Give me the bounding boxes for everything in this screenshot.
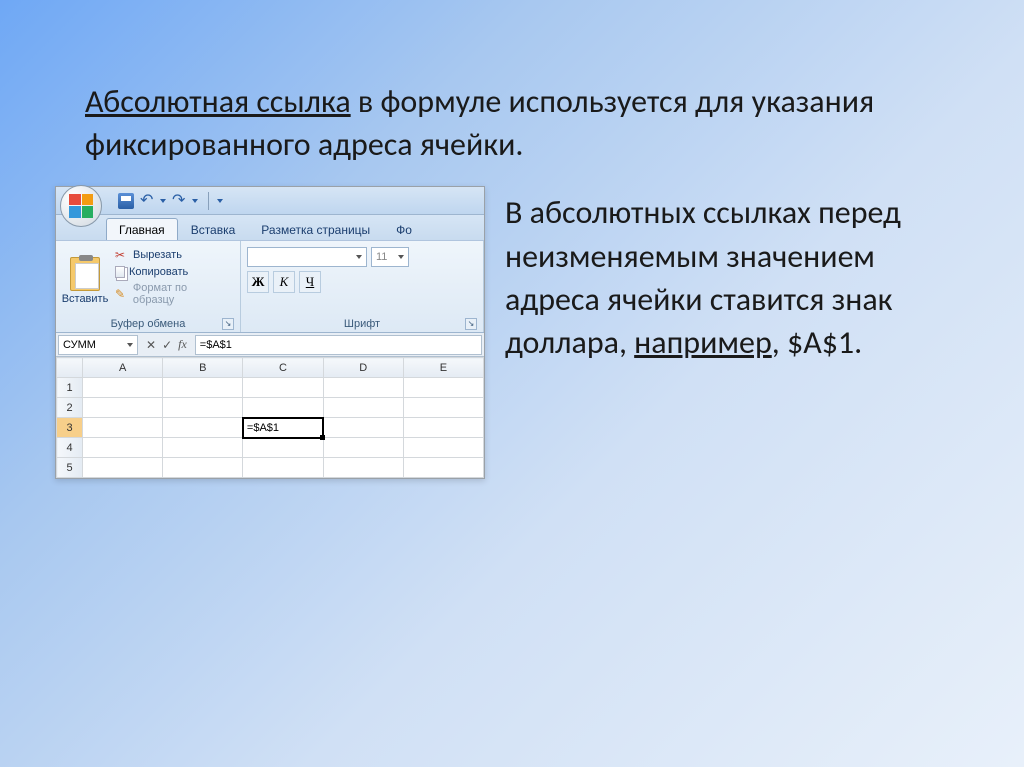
cell[interactable] xyxy=(403,418,483,438)
clipboard-group: Вставить Вырезать Копировать xyxy=(56,241,241,332)
clipboard-dialog-launcher-icon[interactable]: ↘ xyxy=(222,318,234,330)
heading-underlined: Абсолютная ссылка xyxy=(85,82,351,121)
save-icon[interactable] xyxy=(118,193,134,209)
cell[interactable] xyxy=(323,458,403,478)
cell[interactable] xyxy=(323,418,403,438)
cell[interactable] xyxy=(323,438,403,458)
clipboard-group-title: Буфер обмена ↘ xyxy=(62,316,234,330)
cell[interactable] xyxy=(243,398,323,418)
cell[interactable] xyxy=(83,438,163,458)
paste-button[interactable]: Вставить xyxy=(62,245,108,316)
cell[interactable] xyxy=(83,378,163,398)
col-header-c[interactable]: C xyxy=(243,358,323,378)
cut-button[interactable]: Вырезать xyxy=(112,247,234,263)
cell[interactable] xyxy=(243,378,323,398)
font-group-title: Шрифт ↘ xyxy=(247,316,477,330)
formula-bar: СУММ ✕ ✓ fx =$A$1 xyxy=(56,333,484,357)
paste-icon xyxy=(70,257,100,291)
format-painter-button[interactable]: Формат по образцу xyxy=(112,281,234,307)
paste-label: Вставить xyxy=(62,293,109,305)
quick-access-toolbar xyxy=(56,187,484,215)
col-header-d[interactable]: D xyxy=(323,358,403,378)
cell[interactable] xyxy=(163,378,243,398)
col-header-e[interactable]: E xyxy=(403,358,483,378)
bold-button[interactable]: Ж xyxy=(247,271,269,293)
spreadsheet-grid[interactable]: A B C D E 1 2 3 =$A$1 4 5 xyxy=(56,357,484,478)
cell[interactable] xyxy=(243,438,323,458)
qat-separator xyxy=(208,192,209,210)
cell[interactable] xyxy=(243,458,323,478)
name-box[interactable]: СУММ xyxy=(58,335,138,355)
cell[interactable] xyxy=(403,398,483,418)
cell[interactable] xyxy=(83,398,163,418)
cut-label: Вырезать xyxy=(133,249,182,261)
cell[interactable] xyxy=(323,378,403,398)
undo-dropdown-icon[interactable] xyxy=(160,199,166,203)
side-part2: , $A$1. xyxy=(772,323,862,362)
row-header-3[interactable]: 3 xyxy=(57,418,83,438)
redo-dropdown-icon[interactable] xyxy=(192,199,198,203)
font-dialog-launcher-icon[interactable]: ↘ xyxy=(465,318,477,330)
underline-button[interactable]: Ч xyxy=(299,271,321,293)
font-size-combo[interactable]: 11 xyxy=(371,247,409,267)
row-header-2[interactable]: 2 xyxy=(57,398,83,418)
cell[interactable] xyxy=(163,438,243,458)
cancel-icon[interactable]: ✕ xyxy=(146,338,156,352)
copy-icon xyxy=(115,266,125,278)
side-underlined: например xyxy=(634,323,772,362)
font-name-combo[interactable] xyxy=(247,247,367,267)
cell[interactable] xyxy=(163,418,243,438)
copy-button[interactable]: Копировать xyxy=(112,265,234,279)
select-all-corner[interactable] xyxy=(57,358,83,378)
cell[interactable] xyxy=(83,418,163,438)
scissors-icon xyxy=(115,248,129,262)
cell[interactable] xyxy=(403,458,483,478)
brush-icon xyxy=(115,287,129,301)
office-button[interactable] xyxy=(60,185,102,227)
cell[interactable] xyxy=(403,378,483,398)
row-header-4[interactable]: 4 xyxy=(57,438,83,458)
col-header-a[interactable]: A xyxy=(83,358,163,378)
cell[interactable] xyxy=(403,438,483,458)
ribbon: Вставить Вырезать Копировать xyxy=(56,241,484,333)
active-cell[interactable]: =$A$1 xyxy=(243,418,323,438)
enter-icon[interactable]: ✓ xyxy=(162,338,172,352)
chevron-down-icon xyxy=(356,255,362,259)
tab-insert[interactable]: Вставка xyxy=(178,218,249,240)
chevron-down-icon xyxy=(127,343,133,347)
font-group: 11 Ж К Ч Шрифт ↘ xyxy=(241,241,484,332)
fx-icon[interactable]: fx xyxy=(178,337,187,352)
cell[interactable] xyxy=(83,458,163,478)
cell[interactable] xyxy=(163,458,243,478)
office-logo-icon xyxy=(69,194,93,218)
row-header-1[interactable]: 1 xyxy=(57,378,83,398)
redo-icon[interactable] xyxy=(172,193,188,209)
tab-home[interactable]: Главная xyxy=(106,218,178,240)
excel-screenshot: Главная Вставка Разметка страницы Фо Вст… xyxy=(55,186,485,479)
side-paragraph: В абсолютных ссылках перед неизменяемым … xyxy=(505,186,969,364)
qat-customize-icon[interactable] xyxy=(217,199,223,203)
cell[interactable] xyxy=(163,398,243,418)
copy-label: Копировать xyxy=(129,266,188,278)
heading-paragraph: Абсолютная ссылка в формуле используется… xyxy=(55,80,969,166)
formula-input[interactable]: =$A$1 xyxy=(195,335,482,355)
italic-button[interactable]: К xyxy=(273,271,295,293)
row-header-5[interactable]: 5 xyxy=(57,458,83,478)
col-header-b[interactable]: B xyxy=(163,358,243,378)
tab-page-layout[interactable]: Разметка страницы xyxy=(248,218,383,240)
chevron-down-icon xyxy=(398,255,404,259)
undo-icon[interactable] xyxy=(140,193,156,209)
ribbon-tabs: Главная Вставка Разметка страницы Фо xyxy=(56,215,484,241)
cell[interactable] xyxy=(323,398,403,418)
tab-formulas[interactable]: Фо xyxy=(383,218,425,240)
format-painter-label: Формат по образцу xyxy=(133,282,231,306)
